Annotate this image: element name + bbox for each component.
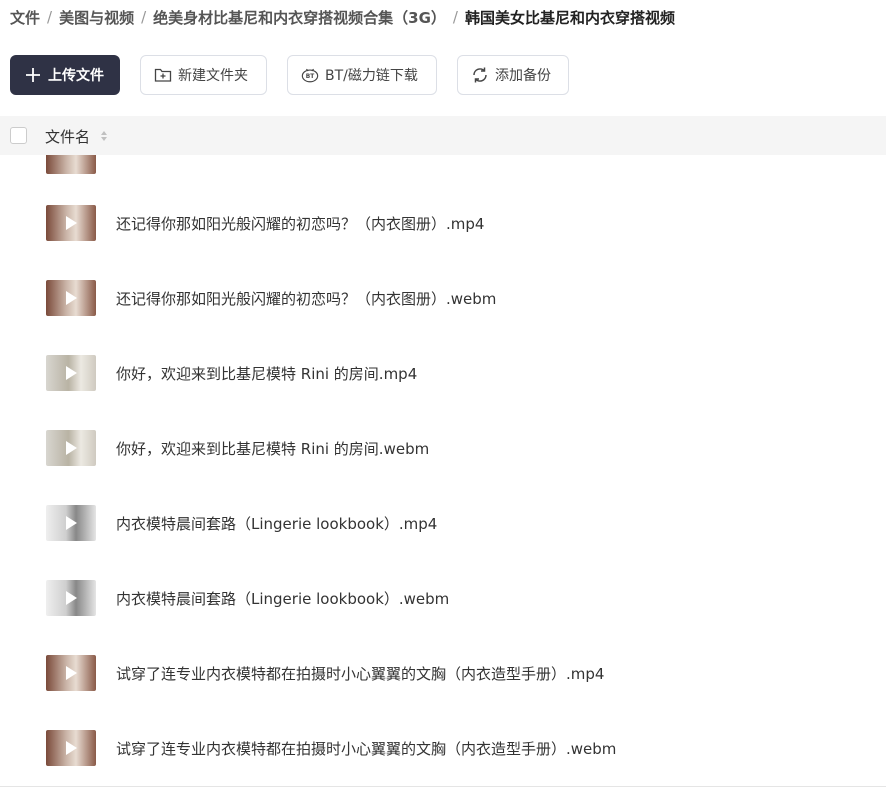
- file-name[interactable]: 还记得你那如阳光般闪耀的初恋吗？（内衣图册）.webm: [116, 288, 496, 309]
- file-list-header: 文件名: [0, 116, 886, 155]
- play-icon: [66, 441, 77, 455]
- list-item[interactable]: 内衣模特晨间套路（Lingerie lookbook）.webm: [0, 560, 886, 635]
- add-backup-button[interactable]: 添加备份: [457, 55, 569, 95]
- new-folder-button[interactable]: 新建文件夹: [140, 55, 267, 95]
- add-backup-label: 添加备份: [495, 68, 551, 84]
- list-item[interactable]: 还记得你那如阳光般闪耀的初恋吗？（内衣图册）.mp4: [0, 185, 886, 260]
- file-name[interactable]: 你好，欢迎来到比基尼模特 Rini 的房间.mp4: [116, 363, 417, 384]
- folder-plus-icon: [154, 66, 172, 84]
- breadcrumb-item-media[interactable]: 美图与视频: [59, 7, 134, 28]
- file-name[interactable]: 试穿了连专业内衣模特都在拍摄时小心翼翼的文胸（内衣造型手册）.mp4: [116, 663, 604, 684]
- file-list: 还记得你那如阳光般闪耀的初恋吗？（内衣图册）.mp4 还记得你那如阳光般闪耀的初…: [0, 155, 886, 785]
- play-icon: [66, 216, 77, 230]
- breadcrumb: 文件 / 美图与视频 / 绝美身材比基尼和内衣穿搭视频合集（3G） / 韩国美女…: [10, 6, 675, 28]
- column-header-filename[interactable]: 文件名: [45, 126, 90, 147]
- new-folder-label: 新建文件夹: [178, 68, 248, 84]
- play-icon: [66, 291, 77, 305]
- video-thumbnail: [46, 580, 96, 616]
- list-item[interactable]: 内衣模特晨间套路（Lingerie lookbook）.mp4: [0, 485, 886, 560]
- video-thumbnail: [46, 430, 96, 466]
- breadcrumb-item-files[interactable]: 文件: [10, 7, 40, 28]
- list-item[interactable]: 你好，欢迎来到比基尼模特 Rini 的房间.mp4: [0, 335, 886, 410]
- play-icon: [66, 741, 77, 755]
- sync-icon: [471, 66, 489, 84]
- sort-icon[interactable]: [99, 128, 109, 144]
- play-icon: [66, 591, 77, 605]
- bt-download-label: BT/磁力链下载: [325, 68, 418, 84]
- breadcrumb-separator: /: [452, 8, 458, 26]
- breadcrumb-item-collection[interactable]: 绝美身材比基尼和内衣穿搭视频合集（3G）: [153, 7, 446, 28]
- upload-button[interactable]: 上传文件: [10, 55, 120, 95]
- svg-text:BT: BT: [306, 74, 314, 80]
- video-thumbnail: [46, 655, 96, 691]
- breadcrumb-separator: /: [141, 8, 147, 26]
- upload-button-label: 上传文件: [48, 68, 104, 84]
- file-name[interactable]: 你好，欢迎来到比基尼模特 Rini 的房间.webm: [116, 438, 429, 459]
- bt-icon: BT: [301, 66, 319, 84]
- file-name[interactable]: 试穿了连专业内衣模特都在拍摄时小心翼翼的文胸（内衣造型手册）.webm: [116, 738, 616, 759]
- divider: [0, 786, 886, 787]
- list-item[interactable]: 试穿了连专业内衣模特都在拍摄时小心翼翼的文胸（内衣造型手册）.mp4: [0, 635, 886, 710]
- video-thumbnail: [46, 205, 96, 241]
- play-icon: [66, 366, 77, 380]
- play-icon: [66, 516, 77, 530]
- list-item[interactable]: 试穿了连专业内衣模特都在拍摄时小心翼翼的文胸（内衣造型手册）.webm: [0, 710, 886, 785]
- video-thumbnail: [46, 730, 96, 766]
- video-thumbnail: [46, 280, 96, 316]
- video-thumbnail: [46, 505, 96, 541]
- file-name[interactable]: 内衣模特晨间套路（Lingerie lookbook）.webm: [116, 588, 449, 609]
- bt-download-button[interactable]: BT BT/磁力链下载: [287, 55, 437, 95]
- select-all-checkbox[interactable]: [10, 127, 27, 144]
- breadcrumb-separator: /: [47, 8, 53, 26]
- file-name[interactable]: 还记得你那如阳光般闪耀的初恋吗？（内衣图册）.mp4: [116, 213, 484, 234]
- list-item[interactable]: 还记得你那如阳光般闪耀的初恋吗？（内衣图册）.webm: [0, 260, 886, 335]
- play-icon: [66, 666, 77, 680]
- plus-icon: [24, 66, 42, 84]
- video-thumbnail: [46, 155, 96, 174]
- breadcrumb-item-current: 韩国美女比基尼和内衣穿搭视频: [464, 8, 675, 27]
- file-name[interactable]: 内衣模特晨间套路（Lingerie lookbook）.mp4: [116, 513, 437, 534]
- video-thumbnail: [46, 355, 96, 391]
- list-item[interactable]: 你好，欢迎来到比基尼模特 Rini 的房间.webm: [0, 410, 886, 485]
